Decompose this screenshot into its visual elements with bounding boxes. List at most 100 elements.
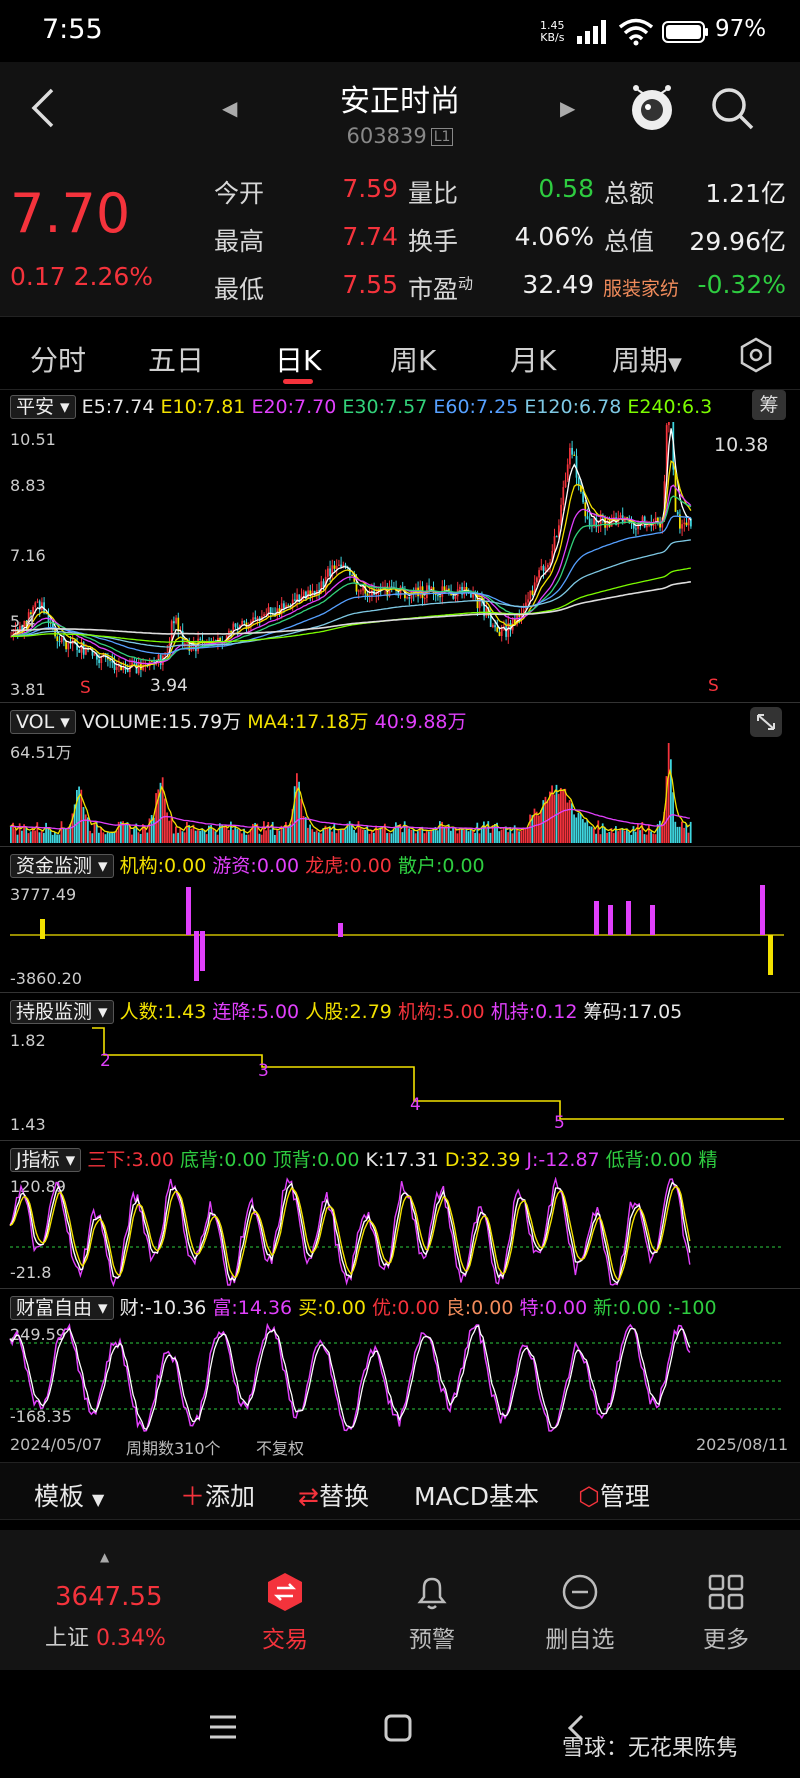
volume-bar — [586, 819, 589, 843]
volume-bar — [498, 831, 501, 843]
add-button[interactable]: ＋添加 — [180, 1477, 255, 1513]
volume-bar — [417, 831, 419, 843]
index-expand-icon[interactable]: ▲ — [100, 1550, 109, 1564]
holding-monitor-select[interactable]: 持股监测 ▾ — [10, 1000, 114, 1024]
volume-bar — [362, 829, 364, 843]
wealth-select[interactable]: 财富自由 ▾ — [10, 1296, 114, 1320]
candle-body — [428, 585, 430, 590]
home-icon[interactable] — [384, 1714, 412, 1742]
candle-body — [494, 625, 496, 628]
wealth-xin: 新:0.00 — [593, 1297, 661, 1319]
volume-bar — [183, 832, 186, 843]
fund-monitor-chart[interactable] — [0, 883, 800, 991]
j-indicator-chart[interactable] — [0, 1177, 800, 1287]
volume-bar — [489, 832, 492, 843]
volume-bar — [335, 833, 338, 843]
fund-value: 0.00 — [442, 855, 485, 877]
candle-body — [254, 617, 257, 620]
volume-bar — [175, 826, 177, 843]
candle-body — [371, 590, 373, 596]
candle-body — [186, 641, 188, 644]
volume-bar — [51, 834, 54, 843]
volume-bar — [381, 827, 384, 843]
nav-alert[interactable]: 预警 — [382, 1620, 482, 1654]
volume-bar — [236, 829, 239, 843]
grid-icon[interactable] — [706, 1572, 746, 1612]
tab-daily-k[interactable]: 日K — [275, 339, 321, 379]
macd-basic-button[interactable]: MACD基本 — [414, 1477, 539, 1513]
volume-bar — [507, 832, 509, 843]
trade-icon[interactable] — [265, 1572, 305, 1612]
j-low-div: 低背:0.00 — [606, 1149, 693, 1171]
j-indicator-select[interactable]: J指标 ▾ — [10, 1148, 82, 1172]
holding-monitor-pane: 持股监测 ▾ 人数:1.43 连降:5.00 人股:2.79 机构:5.00 机… — [0, 992, 800, 1139]
step-marker: 3 — [258, 1061, 269, 1081]
bell-icon[interactable] — [412, 1572, 452, 1612]
ma-value: 7.74 — [112, 396, 155, 418]
holding-monitor-chart[interactable] — [0, 1027, 800, 1139]
search-icon[interactable] — [708, 84, 756, 132]
candle-body — [527, 599, 529, 603]
snowball-mascot-icon[interactable] — [628, 80, 676, 136]
turnover-rate-label: 换手 — [408, 227, 459, 256]
volume-bar — [150, 815, 153, 843]
ma-label: E60: — [433, 396, 476, 418]
chip-distribution-button[interactable]: 筹 — [752, 390, 786, 420]
volume-bar — [485, 828, 487, 843]
volume-bar — [364, 829, 366, 843]
candle-body — [360, 590, 362, 592]
nav-trade[interactable]: 交易 — [235, 1620, 335, 1654]
indicator-toolbar: 模板 ▼ ＋添加 ⇄替换 MACD基本 ⬡管理 — [0, 1462, 800, 1520]
j-d: D:32.39 — [445, 1149, 520, 1171]
tab-five-day[interactable]: 五日 — [148, 339, 204, 379]
minus-circle-icon[interactable] — [560, 1572, 600, 1612]
fund-label: 散户: — [397, 855, 443, 877]
candle-body — [263, 614, 265, 617]
index-name-change[interactable]: 上证 0.34% — [45, 1620, 166, 1652]
candle-body — [547, 564, 549, 568]
candle-body — [93, 654, 96, 656]
volume-bar — [342, 828, 344, 843]
nav-more[interactable]: 更多 — [676, 1620, 776, 1654]
bottom-nav: ▲ 3647.55 上证 0.34% 交易 预警 删自选 更多 — [0, 1530, 800, 1670]
tab-weekly-k[interactable]: 周K — [390, 339, 436, 379]
candle-body — [98, 659, 100, 664]
next-stock-icon[interactable]: ▶ — [560, 96, 575, 120]
nav-remove-watchlist[interactable]: 删自选 — [530, 1620, 630, 1654]
ma-label: E120: — [524, 396, 579, 418]
kline-indicator-select[interactable]: 平安 ▾ — [10, 395, 76, 419]
volume-bar — [401, 832, 404, 843]
k-line — [9, 1181, 691, 1285]
volume-bar — [632, 826, 635, 843]
wealth-chart[interactable] — [0, 1323, 800, 1433]
kline-chart[interactable] — [0, 422, 800, 700]
replace-button[interactable]: ⇄替换 — [298, 1477, 369, 1513]
sector-link[interactable]: 服装家纺 — [603, 274, 679, 301]
volume-bar — [683, 827, 685, 843]
recents-icon[interactable] — [208, 1714, 238, 1740]
tab-period[interactable]: 周期▼ — [612, 339, 682, 379]
j-label: 顶背: — [272, 1149, 318, 1171]
tab-intraday[interactable]: 分时 — [30, 339, 86, 379]
market-cap-value: 29.96亿 — [689, 227, 786, 256]
plus-icon: ＋ — [180, 1482, 206, 1511]
volume-chart[interactable] — [0, 739, 800, 843]
fund-monitor-select[interactable]: 资金监测 ▾ — [10, 854, 114, 878]
hold-value: 17.05 — [627, 1001, 683, 1023]
candle-body — [540, 565, 543, 571]
tab-monthly-k[interactable]: 月K — [510, 339, 556, 379]
settings-hexagon-icon[interactable] — [738, 337, 774, 373]
candle-body — [327, 568, 329, 577]
template-button[interactable]: 模板 ▼ — [34, 1477, 104, 1513]
turnover-amount-label: 总额 — [604, 179, 655, 208]
index-value[interactable]: 3647.55 — [55, 1582, 163, 1612]
y-axis-label: 3.81 — [10, 680, 46, 699]
expand-icon[interactable] — [750, 707, 782, 737]
candle-body — [151, 661, 153, 663]
volume-bar — [287, 827, 289, 843]
candle-body — [269, 607, 272, 614]
volume-bar — [102, 832, 105, 843]
manage-button[interactable]: ⬡管理 — [578, 1477, 650, 1513]
volume-indicator-select[interactable]: VOL ▾ — [10, 710, 76, 734]
step-marker: 5 — [554, 1113, 565, 1133]
